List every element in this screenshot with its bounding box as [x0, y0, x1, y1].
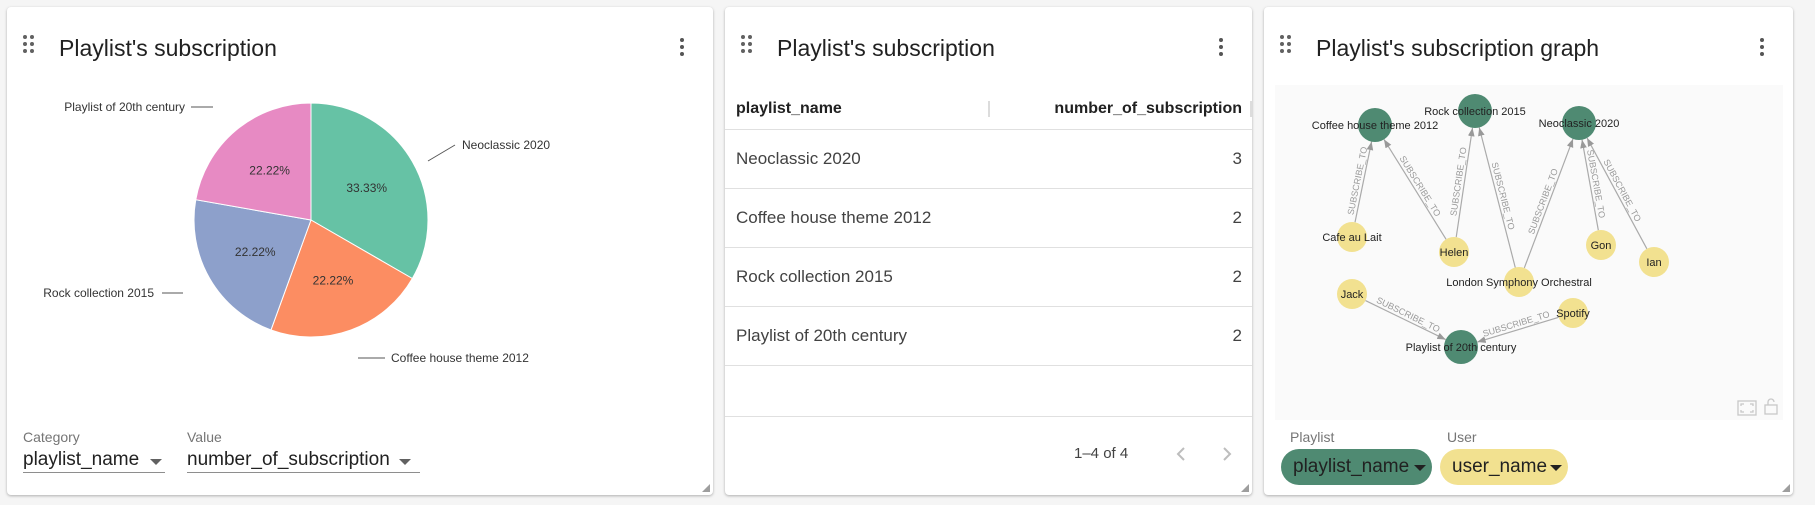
card-title: Playlist's subscription graph: [1316, 35, 1600, 61]
card-title: Playlist's subscription: [777, 35, 995, 61]
user-field-label: User: [1447, 429, 1477, 445]
cell-playlist-name: Coffee house theme 2012: [736, 208, 932, 227]
column-header-number-of-subscription[interactable]: number_of_subscription: [1054, 100, 1242, 118]
more-vert-icon[interactable]: [1759, 38, 1765, 58]
chevron-right-icon[interactable]: [1220, 445, 1234, 463]
graph-edge[interactable]: [1383, 139, 1447, 240]
pie-callout-line: [427, 144, 456, 162]
graph-node-label: Helen: [1440, 247, 1469, 259]
resize-handle-icon[interactable]: [1241, 484, 1249, 492]
card-header: Playlist's subscription: [7, 7, 713, 77]
chevron-down-icon: [150, 459, 162, 465]
pagination: 1–4 of 4: [725, 416, 1252, 495]
table-card: Playlist's subscription playlist_name nu…: [725, 7, 1252, 495]
graph-edge-label: SUBSCRIBE_TO: [1346, 146, 1370, 216]
graph-node-label: Spotify: [1556, 308, 1590, 320]
graph-edge-label: SUBSCRIBE_TO: [1585, 149, 1607, 219]
table-row[interactable]: Playlist of 20th century 2: [725, 307, 1252, 366]
pie-category-label: Neoclassic 2020: [462, 138, 550, 152]
pie-category-label: Rock collection 2015: [43, 286, 154, 300]
value-select[interactable]: Value number_of_subscription: [187, 429, 420, 473]
graph-node-label: Coffee house theme 2012: [1312, 120, 1438, 132]
graph-canvas[interactable]: SUBSCRIBE_TO SUBSCRIBE_TO SUBSCRIBE_TO SUBS…: [1275, 85, 1783, 420]
table-header: playlist_name number_of_subscription: [725, 87, 1252, 130]
lock-open-icon[interactable]: [1763, 397, 1779, 415]
graph-edge[interactable]: [1365, 300, 1446, 341]
graph-edge-label: SUBSCRIBE_TO: [1448, 147, 1468, 217]
graph-node-label: Rock collection 2015: [1424, 106, 1526, 118]
graph-edge-label: SUBSCRIBE_TO: [1601, 158, 1643, 224]
pie-category-label: Coffee house theme 2012: [391, 351, 529, 365]
pie-chart: 33.33% Neoclassic 2020 22.22% Coffee house …: [43, 100, 550, 365]
cell-playlist-name: Playlist of 20th century: [736, 326, 908, 345]
cell-number-of-subscription: 3: [1232, 149, 1242, 168]
cell-number-of-subscription: 2: [1232, 208, 1242, 227]
user-caption-select[interactable]: user_name: [1440, 449, 1568, 485]
drag-handle-icon[interactable]: [1280, 35, 1294, 57]
more-vert-icon[interactable]: [1218, 38, 1224, 58]
card-header: Playlist's subscription graph: [1264, 7, 1793, 77]
category-label: Category: [23, 429, 80, 445]
graph-edge[interactable]: [1523, 138, 1574, 269]
fit-screen-icon[interactable]: [1737, 400, 1757, 416]
column-separator[interactable]: [988, 101, 990, 117]
pie-percent-label: 22.22%: [313, 273, 354, 287]
graph-node-label: London Symphony Orchestral: [1446, 277, 1592, 289]
chevron-left-icon[interactable]: [1174, 445, 1188, 463]
pie-slice[interactable]: [195, 102, 312, 221]
chevron-down-icon: [1550, 465, 1562, 471]
playlist-caption-select[interactable]: playlist_name: [1281, 449, 1432, 485]
column-separator[interactable]: [1250, 101, 1252, 117]
graph-edge[interactable]: [1478, 127, 1516, 268]
graph-node-label: Playlist of 20th century: [1406, 342, 1517, 354]
table-row[interactable]: Rock collection 2015 2: [725, 248, 1252, 307]
graph-edge-label: SUBSCRIBE_TO: [1482, 309, 1551, 339]
graph-node-label: Ian: [1646, 257, 1661, 269]
resize-handle-icon[interactable]: [702, 484, 710, 492]
graph-edge-label: SUBSCRIBE_TO: [1526, 167, 1560, 235]
card-title: Playlist's subscription: [59, 35, 277, 61]
cell-playlist-name: Neoclassic 2020: [736, 149, 861, 168]
table-row[interactable]: Coffee house theme 2012 2: [725, 189, 1252, 248]
graph-card: Playlist's subscription graph SUBSCRIBE_…: [1264, 7, 1793, 495]
category-select[interactable]: Category playlist_name: [23, 429, 165, 473]
value-label: Value: [187, 429, 222, 445]
playlist-caption-value: playlist_name: [1293, 456, 1410, 477]
table-row[interactable]: Neoclassic 2020 3: [725, 130, 1252, 189]
graph-node-label: Neoclassic 2020: [1539, 118, 1620, 130]
chevron-down-icon: [1414, 465, 1426, 471]
graph-node-label: Cafe au Lait: [1322, 232, 1381, 244]
pie-chart-card: Playlist's subscription 33.33% Neoclassic…: [7, 7, 713, 495]
playlist-field-label: Playlist: [1290, 429, 1335, 445]
resize-handle-icon[interactable]: [1782, 484, 1790, 492]
drag-handle-icon[interactable]: [23, 35, 37, 57]
cell-number-of-subscription: 2: [1232, 326, 1242, 345]
more-vert-icon[interactable]: [679, 38, 685, 58]
pie-percent-label: 22.22%: [235, 245, 276, 259]
value-value: number_of_subscription: [187, 449, 390, 470]
pie-percent-label: 33.33%: [346, 181, 387, 195]
graph-node-label: Jack: [1341, 289, 1364, 301]
user-caption-value: user_name: [1452, 456, 1548, 477]
pagination-range: 1–4 of 4: [1074, 445, 1129, 462]
pie-category-label: Playlist of 20th century: [64, 100, 185, 114]
graph-node-label: Gon: [1591, 240, 1612, 252]
column-header-playlist-name[interactable]: playlist_name: [736, 100, 842, 118]
card-header: Playlist's subscription: [725, 7, 1252, 77]
pie-percent-label: 22.22%: [249, 164, 290, 178]
graph-svg[interactable]: SUBSCRIBE_TO SUBSCRIBE_TO SUBSCRIBE_TO SUBS…: [1275, 85, 1783, 420]
graph-edge-label: SUBSCRIBE_TO: [1375, 295, 1442, 334]
drag-handle-icon[interactable]: [741, 35, 755, 57]
category-value: playlist_name: [23, 449, 140, 470]
chevron-down-icon: [399, 459, 411, 465]
cell-playlist-name: Rock collection 2015: [736, 267, 893, 286]
cell-number-of-subscription: 2: [1232, 267, 1242, 286]
graph-edge-label: SUBSCRIBE_TO: [1398, 154, 1443, 218]
